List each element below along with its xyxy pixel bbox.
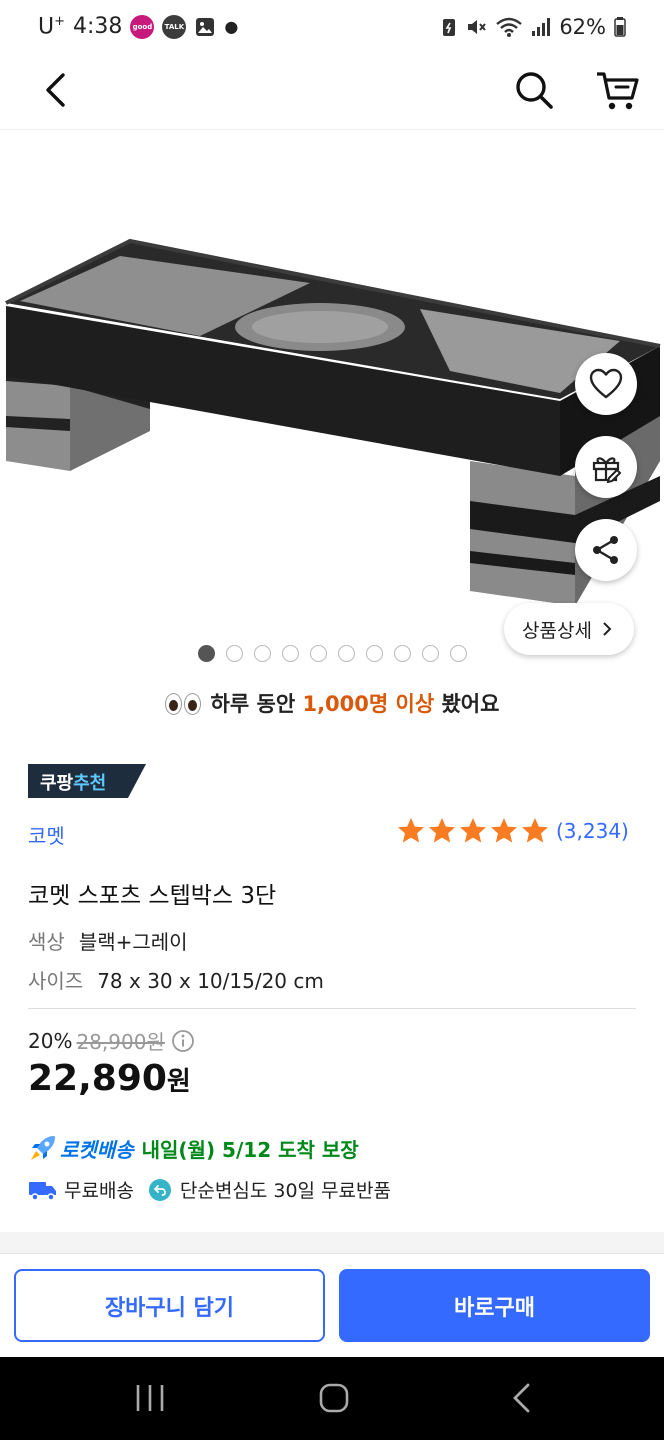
original-price: 28,900원: [76, 1030, 165, 1054]
top-app-bar: [0, 54, 664, 130]
sale-price-value: 22,890: [28, 1058, 167, 1099]
product-detail-label: 상품상세: [522, 619, 592, 642]
badge-accent: 추천: [73, 773, 107, 794]
product-image-gallery[interactable]: 상품상세: [0, 131, 664, 681]
eyes-icon: [164, 692, 203, 716]
back-arrow-icon[interactable]: [36, 70, 76, 110]
gallery-dot[interactable]: [198, 645, 215, 662]
star-icon: [460, 818, 486, 843]
free-shipping-label: 무료배송: [64, 1180, 134, 1202]
star-rating: [396, 816, 551, 846]
share-button[interactable]: [575, 519, 637, 581]
mute-icon: [468, 20, 487, 34]
return-icon: [148, 1178, 171, 1201]
product-image: [5, 238, 661, 606]
system-nav-bar: [0, 1357, 664, 1440]
cart-icon[interactable]: [594, 68, 640, 112]
badge-brand: 쿠팡: [40, 773, 74, 794]
rocket-icon: [31, 1136, 55, 1160]
kakaotalk-icon: TALK: [162, 14, 187, 39]
wifi-icon: [496, 17, 523, 37]
gallery-dot[interactable]: [282, 645, 299, 662]
section-gap: [0, 1232, 664, 1254]
dot-icon: ●: [224, 17, 239, 37]
recents-icon[interactable]: [130, 1379, 170, 1417]
wishlist-button[interactable]: [575, 353, 637, 415]
carrier-label: U+: [38, 14, 66, 40]
product-title: 코멧 스포츠 스텝박스 3단: [28, 883, 277, 909]
review-count[interactable]: (3,234): [556, 819, 629, 843]
signal-icon: [532, 18, 551, 36]
option-size-value: 78 x 30 x 10/15/20 cm: [97, 969, 324, 993]
gift-icon: [592, 457, 622, 483]
option-color-value: 블랙+그레이: [78, 930, 188, 954]
rocket-delivery-label: 로켓배송: [60, 1137, 134, 1162]
arrival-guarantee: 내일(월) 5/12 도착 보장: [141, 1137, 359, 1162]
price-unit: 원: [166, 1067, 191, 1097]
gallery-dot[interactable]: [254, 645, 271, 662]
option-color-label: 색상: [28, 930, 65, 954]
option-size-label: 사이즈: [28, 969, 84, 993]
battery-percent: 62%: [559, 15, 606, 39]
info-icon[interactable]: [171, 1029, 195, 1053]
home-icon[interactable]: [314, 1379, 354, 1417]
truck-icon: [29, 1181, 56, 1201]
star-icon: [398, 818, 424, 843]
battery-icon: [614, 17, 626, 37]
free-return-label: 단순변심도 30일 무료반품: [179, 1180, 391, 1202]
good-app-icon: good: [130, 14, 155, 39]
views-suffix: 봤어요: [434, 692, 500, 716]
search-icon[interactable]: [512, 68, 556, 112]
star-icon: [522, 818, 548, 843]
gift-button[interactable]: [575, 436, 637, 498]
gallery-dot[interactable]: [366, 645, 383, 662]
views-prefix: 하루 동안: [210, 692, 303, 716]
star-icon: [429, 818, 455, 843]
rating[interactable]: (3,234): [396, 816, 629, 846]
chevron-right-icon: [603, 622, 612, 636]
gallery-icon: [196, 17, 215, 36]
views-highlight: 1,000명 이상: [302, 692, 435, 716]
option-color[interactable]: 색상 블랙+그레이: [28, 926, 188, 955]
share-icon: [593, 536, 618, 564]
gallery-dot[interactable]: [394, 645, 411, 662]
heart-icon: [589, 368, 623, 399]
star-icon: [491, 818, 517, 843]
gallery-dot[interactable]: [422, 645, 439, 662]
rocket-delivery: 로켓배송 내일(월) 5/12 도착 보장: [28, 1133, 359, 1163]
views-banner: 하루 동안 1,000명 이상 봤어요: [0, 688, 664, 718]
gallery-dot[interactable]: [450, 645, 467, 662]
option-size[interactable]: 사이즈 78 x 30 x 10/15/20 cm: [28, 965, 324, 994]
gallery-dot[interactable]: [226, 645, 243, 662]
discount-rate: 20%: [28, 1028, 73, 1053]
battery-saver-icon: [443, 19, 456, 36]
status-bar: U+ 4:38 good TALK ● 62%: [0, 0, 664, 54]
gallery-pagination: [198, 645, 467, 662]
divider: [28, 1008, 636, 1009]
product-detail-chip[interactable]: 상품상세: [504, 603, 634, 655]
buy-now-button[interactable]: 바로구매: [339, 1269, 650, 1342]
status-time: 4:38: [73, 14, 123, 40]
coupang-recommend-badge: 쿠팡추천: [28, 764, 146, 798]
add-to-cart-button[interactable]: 장바구니 담기: [14, 1269, 325, 1342]
delivery-perks: 무료배송 단순변심도 30일 무료반품: [28, 1176, 391, 1203]
gallery-dot[interactable]: [310, 645, 327, 662]
gallery-dot[interactable]: [338, 645, 355, 662]
sale-price: 22,890원: [28, 1058, 191, 1099]
brand-link[interactable]: 코멧: [28, 820, 65, 849]
nav-back-icon[interactable]: [506, 1379, 536, 1417]
discount-line: 20% 28,900원: [28, 1026, 195, 1055]
